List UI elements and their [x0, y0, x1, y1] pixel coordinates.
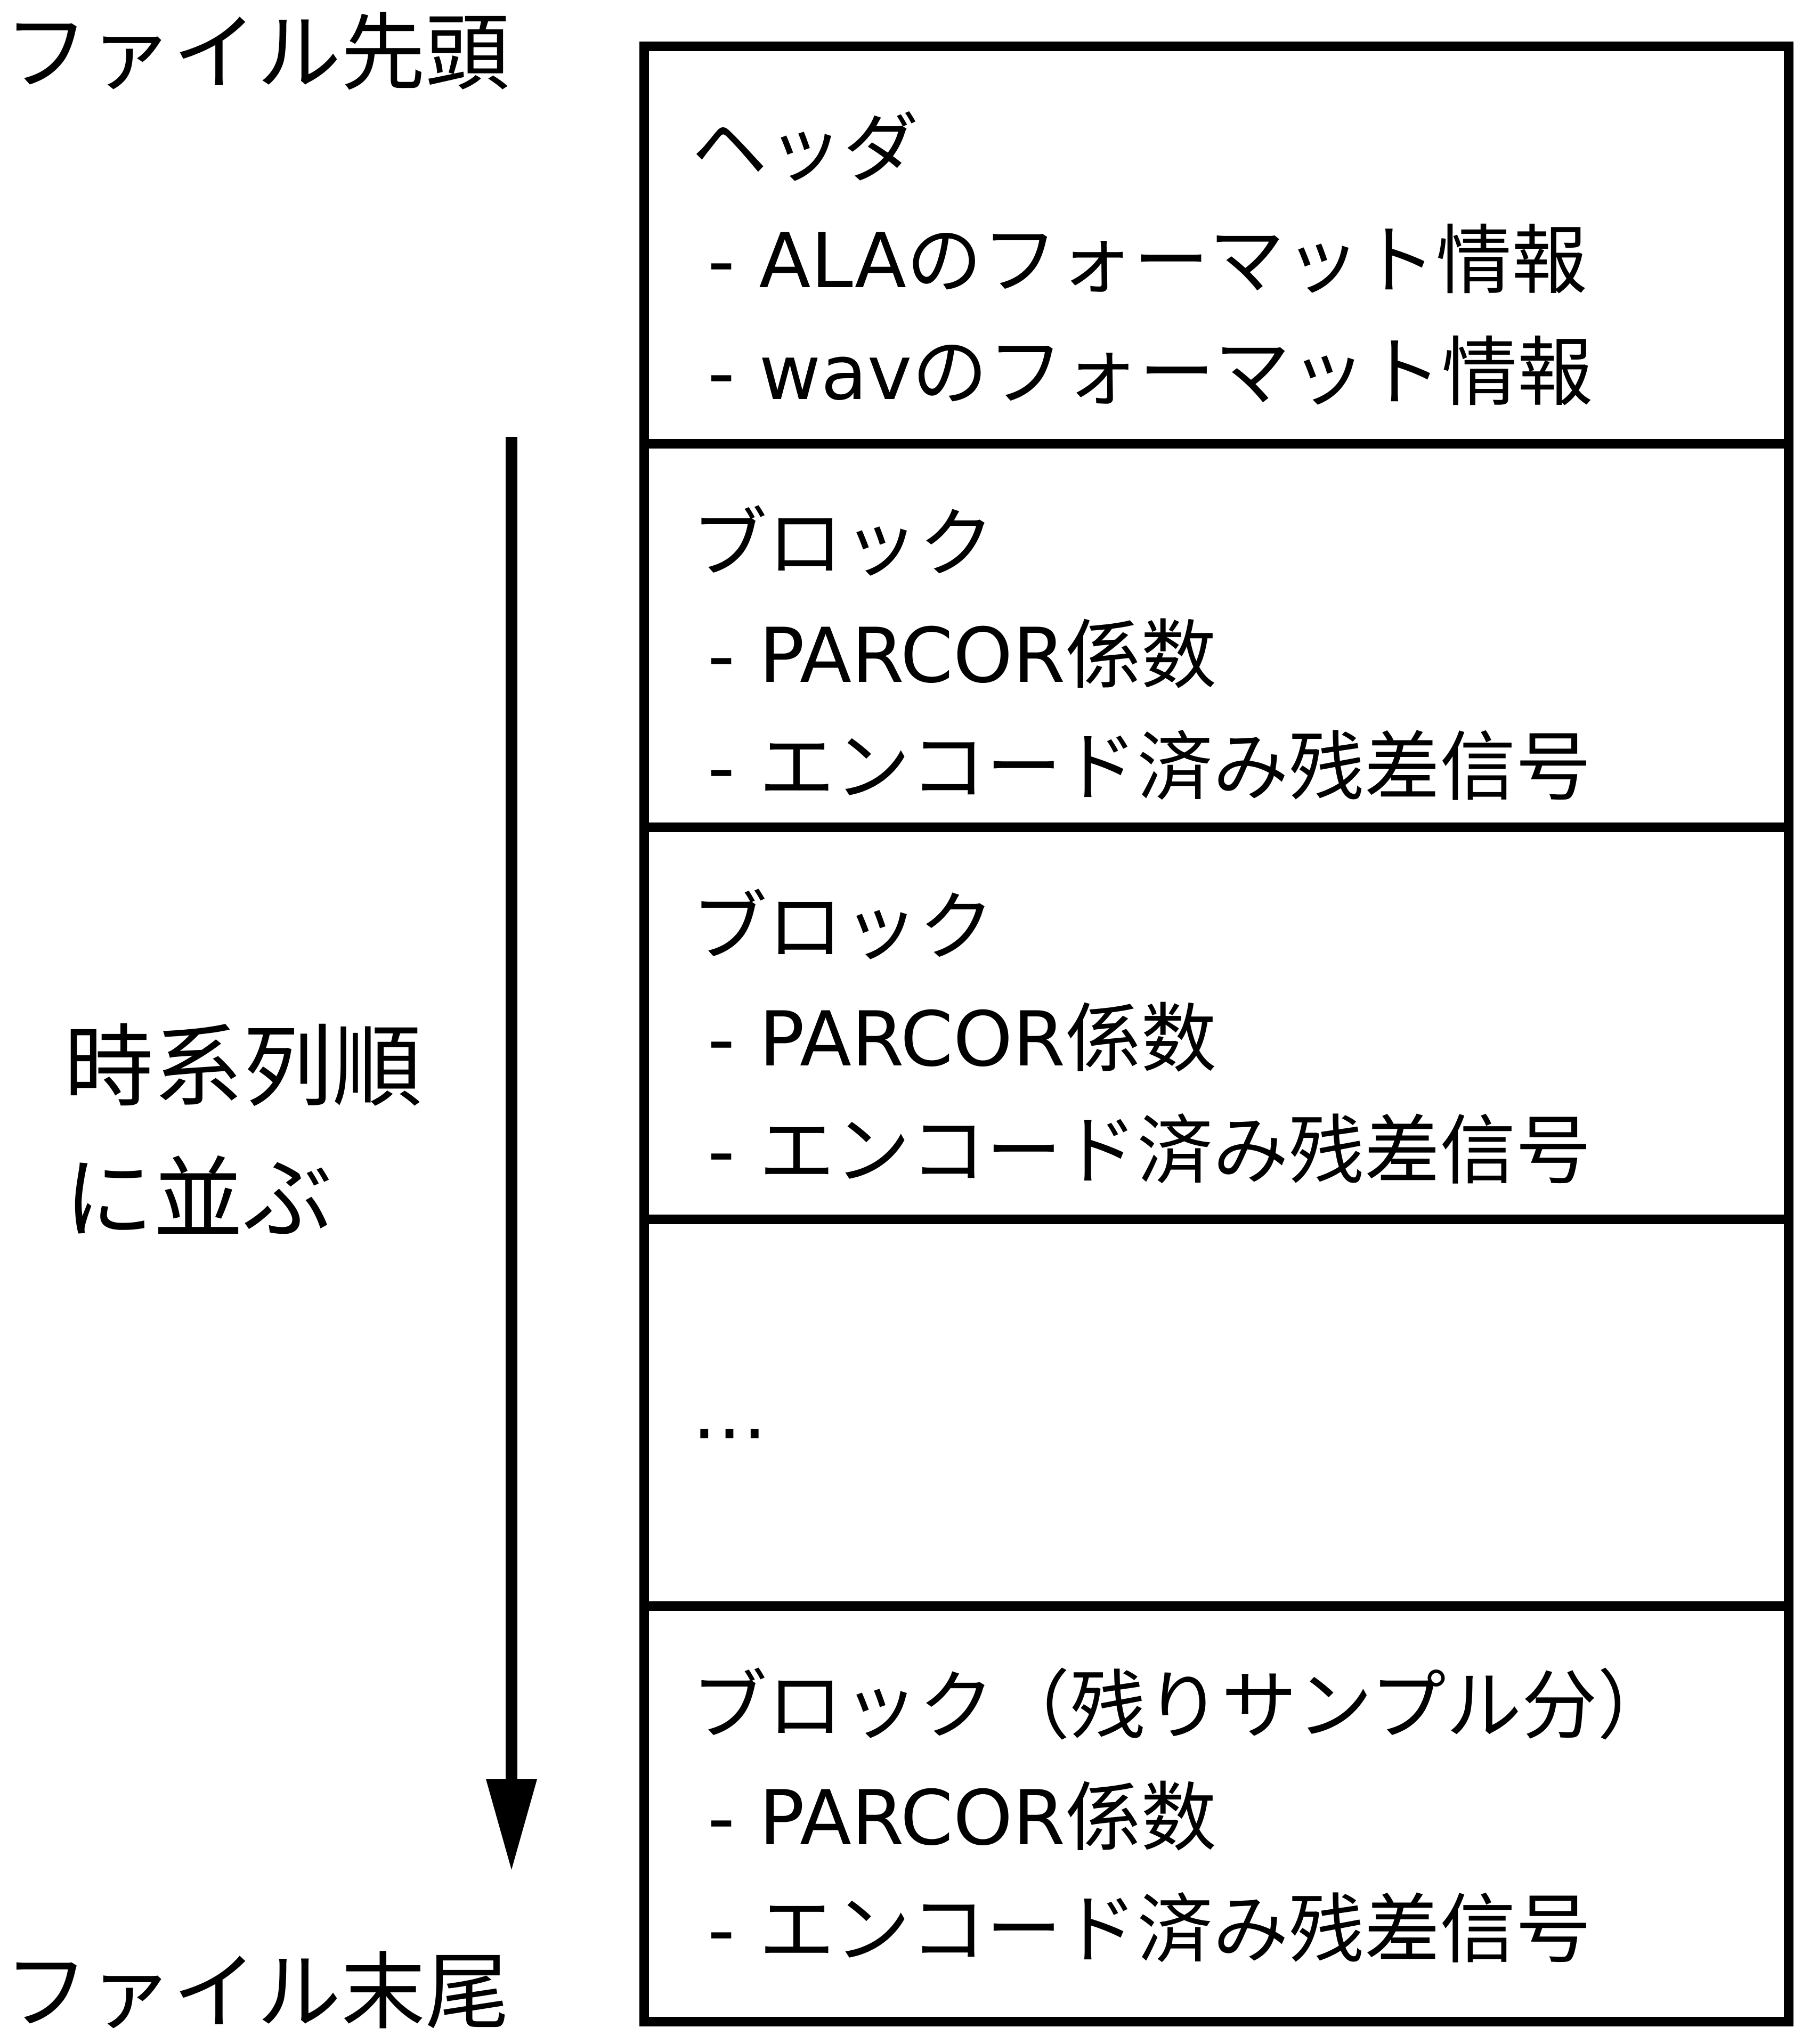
- file-structure: ヘッダ - ALAのフォーマット情報 - wavのフォーマット情報 ブロック -…: [639, 42, 1793, 2026]
- data-block-item-parcor: - PARCOR係数: [708, 996, 1217, 1084]
- header-item-ala-format: - ALAのフォーマット情報: [708, 217, 1588, 305]
- file-start-label: ファイル先頭: [4, 5, 509, 103]
- time-direction-arrow: [486, 437, 537, 1870]
- data-block-item-residual: - エンコード済み残差信号: [708, 724, 1592, 812]
- data-block: ブロック - PARCOR係数 - エンコード済み残差信号: [649, 832, 1784, 1224]
- header-block: ヘッダ - ALAのフォーマット情報 - wavのフォーマット情報: [649, 51, 1784, 449]
- data-block-title: ブロック: [692, 884, 994, 972]
- time-order-label: 時系列順 に並ぶ: [64, 1001, 422, 1266]
- arrow-head: [486, 1779, 537, 1870]
- time-order-label-line-2: に並ぶ: [64, 1147, 332, 1252]
- time-order-label-line-1: 時系列順: [64, 1015, 422, 1120]
- last-block-item-residual: - エンコード済み残差信号: [708, 1886, 1592, 1974]
- last-data-block: ブロック（残りサンプル分） - PARCOR係数 - エンコード済み残差信号: [649, 1611, 1784, 2017]
- header-block-title: ヘッダ: [692, 105, 919, 193]
- data-block-title: ブロック: [692, 500, 994, 588]
- last-block-item-parcor: - PARCOR係数: [708, 1774, 1217, 1862]
- header-item-wav-format: - wavのフォーマット情報: [708, 329, 1593, 417]
- last-block-title: ブロック（残りサンプル分）: [692, 1663, 1673, 1750]
- file-end-label: ファイル末尾: [4, 1944, 509, 2042]
- data-block-item-parcor: - PARCOR係数: [708, 612, 1217, 700]
- data-block-item-residual: - エンコード済み残差信号: [708, 1107, 1592, 1195]
- data-block: ブロック - PARCOR係数 - エンコード済み残差信号: [649, 449, 1784, 832]
- ellipsis-block: …: [649, 1224, 1784, 1611]
- ellipsis-text: …: [692, 1369, 767, 1456]
